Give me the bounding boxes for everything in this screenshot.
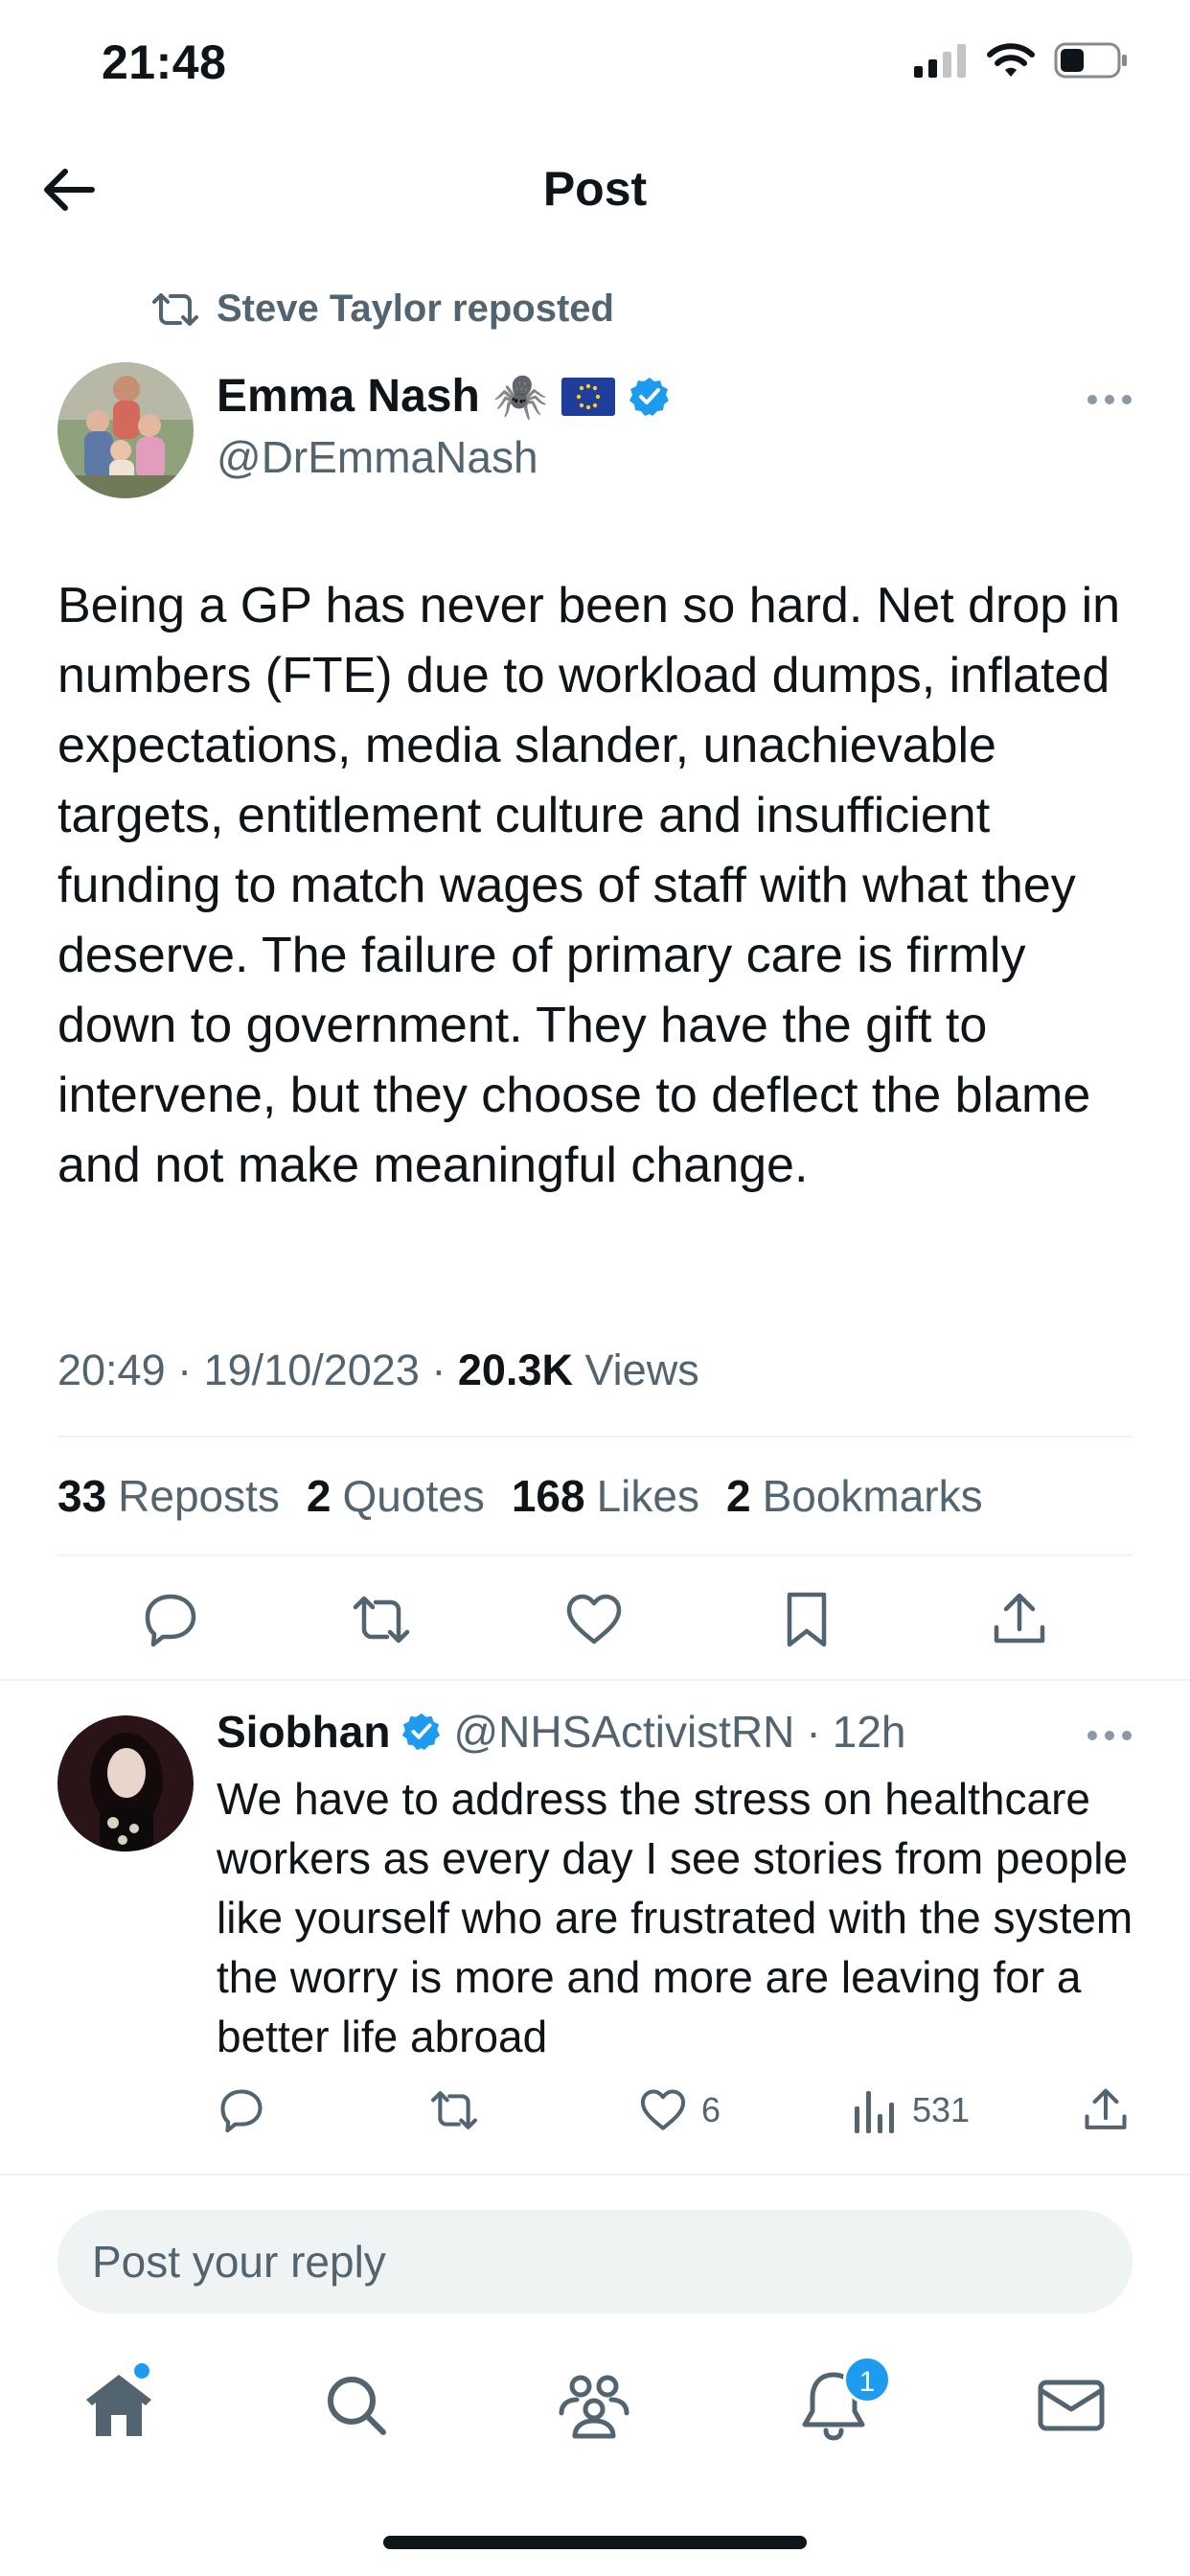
verified-badge-icon — [402, 1713, 441, 1751]
comment-icon — [145, 1594, 196, 1647]
repost-label: Steve Taylor reposted — [217, 288, 614, 330]
reply-views-count: 531 — [912, 2090, 971, 2129]
analytics-bars-icon — [855, 2091, 894, 2133]
tab-home[interactable] — [80, 2367, 157, 2444]
reply-input[interactable] — [57, 2210, 1133, 2313]
status-icons — [914, 42, 1129, 79]
bookmarks-label: Bookmarks — [762, 1471, 983, 1521]
reply-views-button[interactable]: 531 — [853, 2085, 970, 2135]
reply-author-name: Siobhan — [217, 1707, 391, 1757]
share-button[interactable] — [989, 1589, 1050, 1650]
reply-separator: · — [806, 1707, 821, 1757]
reposts-stat[interactable]: 33 Reposts — [57, 1470, 280, 1522]
reply-share-button[interactable] — [1081, 2085, 1131, 2135]
author-name: Emma Nash — [217, 371, 480, 422]
views-count: 20.3K — [457, 1346, 573, 1394]
home-indicator — [383, 2536, 807, 2549]
divider — [0, 1679, 1190, 1681]
wifi-icon — [987, 43, 1035, 77]
bookmark-button[interactable] — [776, 1589, 837, 1650]
heart-icon — [640, 2089, 686, 2130]
reply-comment-button[interactable] — [217, 2085, 266, 2135]
share-icon — [994, 1593, 1045, 1644]
notifications-badge: 1 — [843, 2356, 891, 2404]
eu-flag-icon — [561, 377, 616, 416]
reply-button[interactable] — [140, 1589, 201, 1650]
tab-communities[interactable] — [556, 2367, 632, 2444]
tweet-time: 20:49 — [57, 1346, 166, 1394]
reply-like-count: 6 — [701, 2090, 721, 2129]
tab-search[interactable] — [318, 2367, 395, 2444]
tab-messages[interactable] — [1033, 2367, 1110, 2444]
like-button[interactable] — [563, 1589, 625, 1650]
likes-stat[interactable]: 168 Likes — [512, 1470, 699, 1522]
quotes-stat[interactable]: 2 Quotes — [307, 1470, 485, 1522]
quotes-label: Quotes — [342, 1471, 485, 1521]
reply-like-button[interactable]: 6 — [638, 2085, 721, 2135]
reply-text: We have to address the stress on healthc… — [217, 1774, 1133, 2061]
repost-button[interactable] — [351, 1589, 412, 1650]
quotes-count: 2 — [306, 1471, 332, 1521]
comment-icon — [220, 2089, 263, 2133]
reply-repost-button[interactable] — [427, 2085, 481, 2135]
repost-icon — [431, 2091, 477, 2129]
repost-icon — [353, 1596, 410, 1644]
battery-icon — [1054, 42, 1127, 79]
reply-author-handle: @NHSActivistRN — [453, 1707, 795, 1757]
heart-icon — [566, 1594, 622, 1644]
reply-author-avatar[interactable] — [57, 1715, 194, 1852]
reply-more-options-button[interactable] — [1081, 1721, 1138, 1750]
more-options-button[interactable] — [1081, 385, 1138, 414]
tweet-meta: 20:49 · 19/10/2023 · 20.3K Views — [57, 1346, 699, 1394]
views-label: Views — [584, 1346, 699, 1394]
more-dots-icon — [1087, 395, 1132, 404]
repost-icon — [152, 292, 198, 326]
home-icon — [86, 2375, 151, 2436]
more-dots-icon — [1087, 1731, 1132, 1740]
share-icon — [1085, 2088, 1127, 2129]
tweet-date: 19/10/2023 — [203, 1346, 420, 1394]
reposts-label: Reposts — [118, 1471, 280, 1521]
spider-emoji: 🕷️ — [492, 371, 549, 421]
divider — [57, 1436, 1133, 1438]
reposts-count: 33 — [57, 1471, 107, 1521]
author-handle[interactable]: @DrEmmaNash — [217, 431, 538, 483]
divider — [0, 2174, 1190, 2175]
likes-label: Likes — [596, 1471, 699, 1521]
divider — [57, 1554, 1133, 1556]
reply-author-row[interactable]: Siobhan @NHSActivistRN · 12h — [217, 1706, 905, 1758]
status-time: 21:48 — [102, 35, 227, 89]
author-name-row[interactable]: Emma Nash 🕷️ — [217, 370, 671, 423]
reply-time: 12h — [832, 1707, 906, 1757]
bookmark-icon — [787, 1592, 827, 1647]
author-avatar[interactable] — [57, 362, 194, 498]
verified-badge-icon — [629, 377, 670, 416]
tweet-text: Being a GP has never been so hard. Net d… — [57, 578, 1121, 1193]
bookmarks-stat[interactable]: 2 Bookmarks — [726, 1470, 983, 1522]
likes-count: 168 — [511, 1471, 585, 1521]
page-title: Post — [542, 162, 648, 216]
bookmarks-count: 2 — [725, 1471, 751, 1521]
home-unread-dot — [134, 2363, 149, 2379]
reply-composer[interactable] — [57, 2210, 1133, 2313]
repost-indicator[interactable]: Steve Taylor reposted — [151, 288, 614, 331]
search-icon — [328, 2377, 386, 2435]
communities-icon — [559, 2375, 629, 2439]
envelope-icon — [1038, 2380, 1105, 2431]
engagement-stats: 33 Reposts 2 Quotes 168 Likes 2 Bookmarks — [57, 1470, 983, 1522]
cellular-signal-icon — [914, 44, 966, 78]
